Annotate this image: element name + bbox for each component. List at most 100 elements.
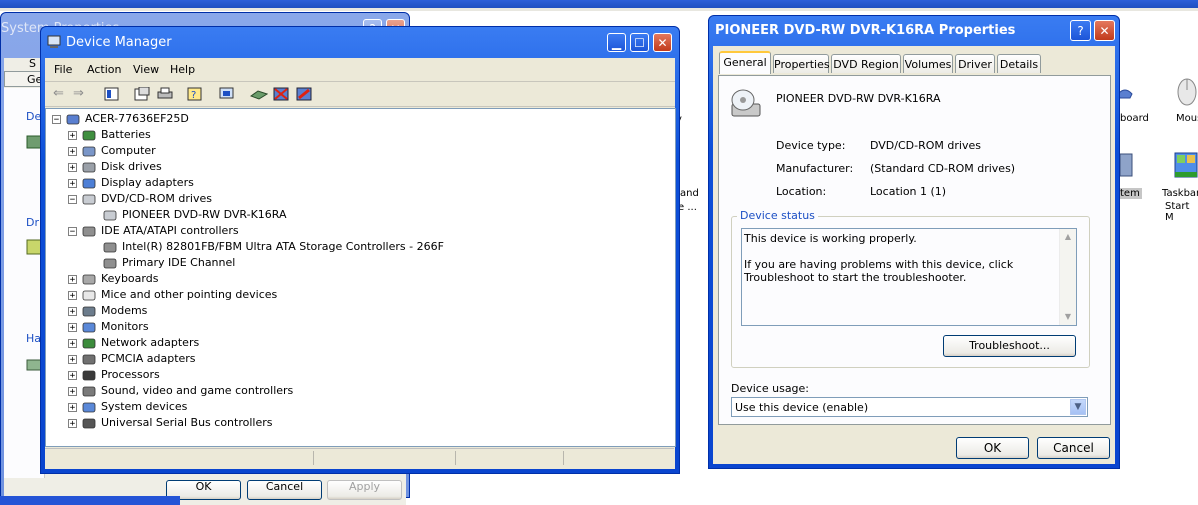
scan-hardware-icon[interactable] — [219, 87, 235, 101]
scroll-up-icon[interactable]: ▲ — [1061, 230, 1075, 244]
tree-item[interactable]: Primary IDE Channel — [87, 255, 235, 271]
expand-icon[interactable]: + — [68, 354, 77, 364]
tree-item[interactable]: + Processors — [68, 367, 160, 383]
minimize-button[interactable]: ▁ — [607, 33, 626, 52]
help-button[interactable]: ? — [1070, 20, 1091, 41]
toolbar-divider — [45, 106, 675, 107]
update-driver-icon[interactable] — [249, 87, 269, 101]
tab-details[interactable]: Details — [997, 54, 1041, 73]
tab-driver[interactable]: Driver — [955, 54, 995, 73]
sp-cancel-button[interactable]: Cancel — [247, 480, 322, 500]
cp-item-mouse-label[interactable]: Mous — [1176, 113, 1198, 124]
tree-item[interactable]: + Batteries — [68, 127, 151, 143]
tab-dvd-region[interactable]: DVD Region — [831, 54, 901, 73]
ok-button[interactable]: OK — [956, 437, 1029, 459]
computer-icon — [82, 145, 96, 158]
tree-item[interactable]: + Monitors — [68, 319, 149, 335]
collapse-icon[interactable]: − — [68, 226, 77, 236]
sp-apply-button[interactable]: Apply — [327, 480, 402, 500]
chevron-down-icon[interactable]: ▼ — [1070, 399, 1086, 415]
tab-properties[interactable]: Properties — [773, 54, 830, 73]
tree-item[interactable]: + Disk drives — [68, 159, 162, 175]
collapse-icon[interactable]: − — [68, 194, 77, 204]
tree-item[interactable]: + PCMCIA adapters — [68, 351, 196, 367]
close-button[interactable]: ✕ — [653, 33, 672, 52]
close-button[interactable]: ✕ — [1094, 20, 1115, 41]
status-scrollbar[interactable]: ▲ ▼ — [1059, 229, 1076, 325]
sp-tab-clipped[interactable]: S — [29, 57, 36, 70]
cp-item-system-label[interactable]: tem — [1118, 188, 1142, 199]
tab-volumes[interactable]: Volumes — [903, 54, 953, 73]
menu-file[interactable]: File — [54, 63, 72, 76]
tree-item[interactable]: + Universal Serial Bus controllers — [68, 415, 272, 431]
back-arrow-icon[interactable]: ⇐ — [53, 86, 64, 101]
taskbar-icon[interactable] — [1174, 152, 1198, 178]
tree-item-label: Disk drives — [101, 160, 162, 173]
location-label: Location: — [776, 185, 827, 198]
cancel-button[interactable]: Cancel — [1037, 437, 1110, 459]
tree-item[interactable]: + Sound, video and game controllers — [68, 383, 293, 399]
uninstall-device-icon[interactable] — [296, 87, 312, 101]
tree-item[interactable]: − DVD/CD-ROM drives — [68, 191, 212, 207]
expand-icon[interactable]: + — [68, 418, 77, 428]
expand-icon[interactable]: + — [68, 162, 77, 172]
tree-item[interactable]: − ACER-77636EF25D — [52, 111, 189, 127]
processor-icon — [82, 369, 96, 382]
expand-icon[interactable]: + — [68, 290, 77, 300]
mouse-icon[interactable] — [1176, 76, 1198, 106]
properties-icon[interactable] — [134, 86, 150, 101]
help-icon[interactable]: ? — [187, 87, 203, 101]
dvd-drive-icon — [103, 209, 117, 222]
tree-item[interactable]: + Modems — [68, 303, 147, 319]
device-status-textbox[interactable]: This device is working properly. If you … — [741, 228, 1077, 326]
cp-clipped-label: and — [680, 188, 699, 199]
cp-item-taskbar-label-2[interactable]: Start M — [1165, 201, 1198, 223]
tree-item[interactable]: + System devices — [68, 399, 187, 415]
device-tree[interactable]: − ACER-77636EF25D + Batteries + Computer + Disk… — [45, 108, 676, 447]
status-divider — [313, 451, 314, 465]
tree-item[interactable]: + Computer — [68, 143, 156, 159]
expand-icon[interactable]: + — [68, 322, 77, 332]
scroll-down-icon[interactable]: ▼ — [1061, 310, 1075, 324]
tab-strip: General Properties DVD Region Volumes Dr… — [719, 51, 1109, 76]
tree-item-label: Modems — [101, 304, 148, 317]
expand-icon[interactable]: + — [68, 370, 77, 380]
usb-icon — [82, 417, 96, 430]
collapse-icon[interactable]: − — [52, 114, 61, 124]
disable-device-icon[interactable] — [273, 87, 289, 101]
menu-action[interactable]: Action — [87, 63, 121, 76]
tab-general[interactable]: General — [719, 51, 771, 74]
show-hide-tree-icon[interactable] — [104, 87, 119, 101]
expand-icon[interactable]: + — [68, 386, 77, 396]
expand-icon[interactable]: + — [68, 178, 77, 188]
maximize-button[interactable]: ☐ — [630, 33, 649, 52]
expand-icon[interactable]: + — [68, 130, 77, 140]
expand-icon[interactable]: + — [68, 274, 77, 284]
tree-item[interactable]: PIONEER DVD-RW DVR-K16RA — [87, 207, 287, 223]
status-line-2: If you are having problems with this dev… — [744, 258, 1014, 284]
mouse-icon — [82, 289, 96, 302]
system-icon[interactable] — [1118, 152, 1134, 178]
tree-item[interactable]: − IDE ATA/ATAPI controllers — [68, 223, 239, 239]
device-usage-select[interactable]: Use this device (enable) ▼ — [731, 397, 1088, 417]
menu-help[interactable]: Help — [170, 63, 195, 76]
print-icon[interactable] — [157, 87, 173, 101]
forward-arrow-icon[interactable]: ⇒ — [73, 86, 84, 101]
troubleshoot-button[interactable]: Troubleshoot... — [943, 335, 1076, 357]
expand-icon[interactable]: + — [68, 306, 77, 316]
menu-view[interactable]: View — [133, 63, 159, 76]
device-name: PIONEER DVD-RW DVR-K16RA — [776, 92, 941, 105]
tree-item[interactable]: + Keyboards — [68, 271, 158, 287]
tree-item[interactable]: + Mice and other pointing devices — [68, 287, 277, 303]
expand-icon[interactable]: + — [68, 146, 77, 156]
expand-icon[interactable]: + — [68, 338, 77, 348]
tree-item[interactable]: Intel(R) 82801FB/FBM Ultra ATA Storage C… — [87, 239, 444, 255]
cp-item-keyboard-label[interactable]: board — [1120, 113, 1149, 124]
cp-item-taskbar-label[interactable]: Taskbar — [1162, 188, 1198, 199]
tree-item[interactable]: + Network adapters — [68, 335, 199, 351]
general-tab-panel: PIONEER DVD-RW DVR-K16RA Device type: DV… — [718, 75, 1111, 425]
status-divider — [455, 451, 456, 465]
expand-icon[interactable]: + — [68, 402, 77, 412]
sp-tab-general[interactable]: Ger — [4, 71, 47, 87]
tree-item[interactable]: + Display adapters — [68, 175, 194, 191]
